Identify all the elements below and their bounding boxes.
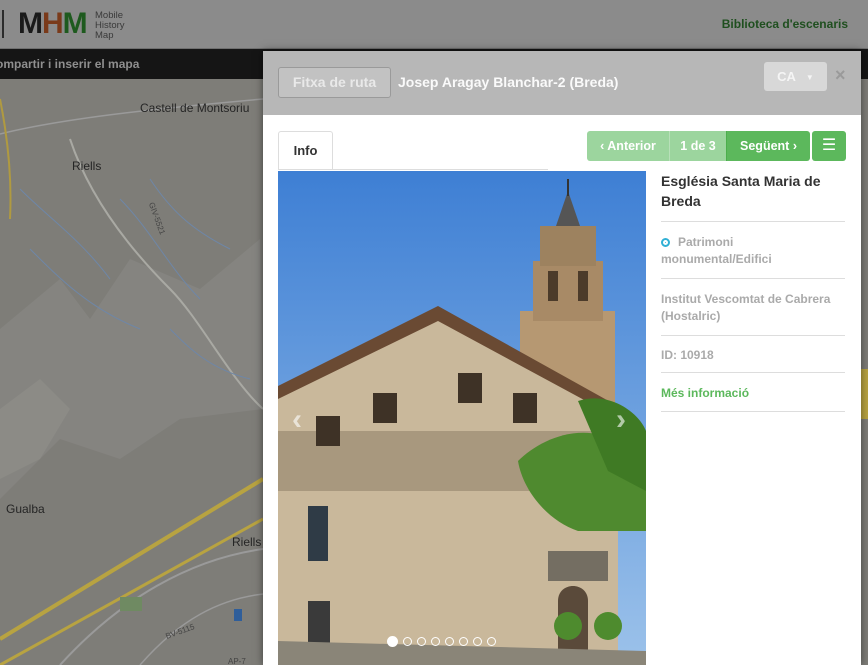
chevron-left-icon: ‹ <box>600 139 605 153</box>
carousel-indicator-dot[interactable] <box>417 637 426 646</box>
carousel-prev-icon[interactable]: ‹ <box>292 403 302 437</box>
mhm-logo[interactable]: M H M <box>18 7 88 41</box>
logo-letter-m2: M <box>62 7 88 40</box>
hamburger-icon: ☰ <box>821 137 837 154</box>
record-id: ID: 10918 <box>661 336 845 373</box>
tab-info[interactable]: Info <box>278 131 333 170</box>
chevron-right-icon: › <box>792 139 797 153</box>
map-place-gualba: Gualba <box>6 502 45 516</box>
header-divider <box>2 10 4 38</box>
map-place-riells: Riells <box>72 159 102 173</box>
list-menu-button[interactable]: ☰ <box>812 131 846 161</box>
route-sheet-button[interactable]: Fitxa de ruta <box>278 67 391 98</box>
modal-title: Josep Aragay Blanchar-2 (Breda) <box>398 74 619 90</box>
photo-carousel[interactable]: ‹ › <box>278 171 646 665</box>
info-panel: Església Santa Maria de Breda Patrimoni … <box>661 171 845 412</box>
tab-divider <box>278 169 548 170</box>
previous-button[interactable]: ‹ Anterior <box>587 131 669 161</box>
scenario-library-link[interactable]: Biblioteca d'escenaris <box>722 17 848 31</box>
institution-label: Institut Vescomtat de Cabrera (Hostalric… <box>661 279 845 336</box>
language-dropdown[interactable]: CA ▼ <box>764 62 827 91</box>
caret-down-icon: ▼ <box>805 73 814 83</box>
carousel-indicator-dot[interactable] <box>473 637 482 646</box>
place-name: Església Santa Maria de Breda <box>661 171 845 222</box>
carousel-indicators <box>387 636 496 647</box>
route-modal: Fitxa de ruta Josep Aragay Blanchar-2 (B… <box>263 51 861 665</box>
carousel-indicator-dot[interactable] <box>487 637 496 646</box>
carousel-indicator-dot[interactable] <box>403 637 412 646</box>
modal-header: Fitxa de ruta Josep Aragay Blanchar-2 (B… <box>263 51 861 115</box>
church-photo <box>278 171 646 665</box>
logo-letter-h: H <box>42 7 64 40</box>
app-header: M H M Mobile History Map Biblioteca d'es… <box>0 0 868 49</box>
carousel-indicator-dot[interactable] <box>445 637 454 646</box>
carousel-indicator-dot[interactable] <box>459 637 468 646</box>
logo-letter-m: M <box>18 7 43 40</box>
more-info-link[interactable]: Més informació <box>661 373 845 412</box>
category-row: Patrimoni monumental/Edifici <box>661 222 845 279</box>
language-label: CA <box>777 69 796 84</box>
carousel-indicator-dot[interactable] <box>387 636 398 647</box>
map-place-riells-2: Riells <box>232 535 262 549</box>
next-button[interactable]: Següent › <box>726 131 810 161</box>
map-place-castell: Castell de Montsoriu <box>140 101 250 115</box>
logo-subtitle: Mobile History Map <box>95 10 125 41</box>
page-count: 1 de 3 <box>669 131 726 161</box>
pager: ‹ Anterior 1 de 3 Següent › <box>587 131 810 161</box>
close-icon[interactable]: × <box>835 65 846 86</box>
carousel-indicator-dot[interactable] <box>431 637 440 646</box>
share-embed-link[interactable]: ompartir i inserir el mapa <box>0 57 139 71</box>
dot-circle-icon <box>661 238 670 247</box>
road-label-ap7: AP-7 <box>228 657 246 665</box>
carousel-next-icon[interactable]: › <box>616 403 626 437</box>
category-label: Patrimoni monumental/Edifici <box>661 235 772 266</box>
